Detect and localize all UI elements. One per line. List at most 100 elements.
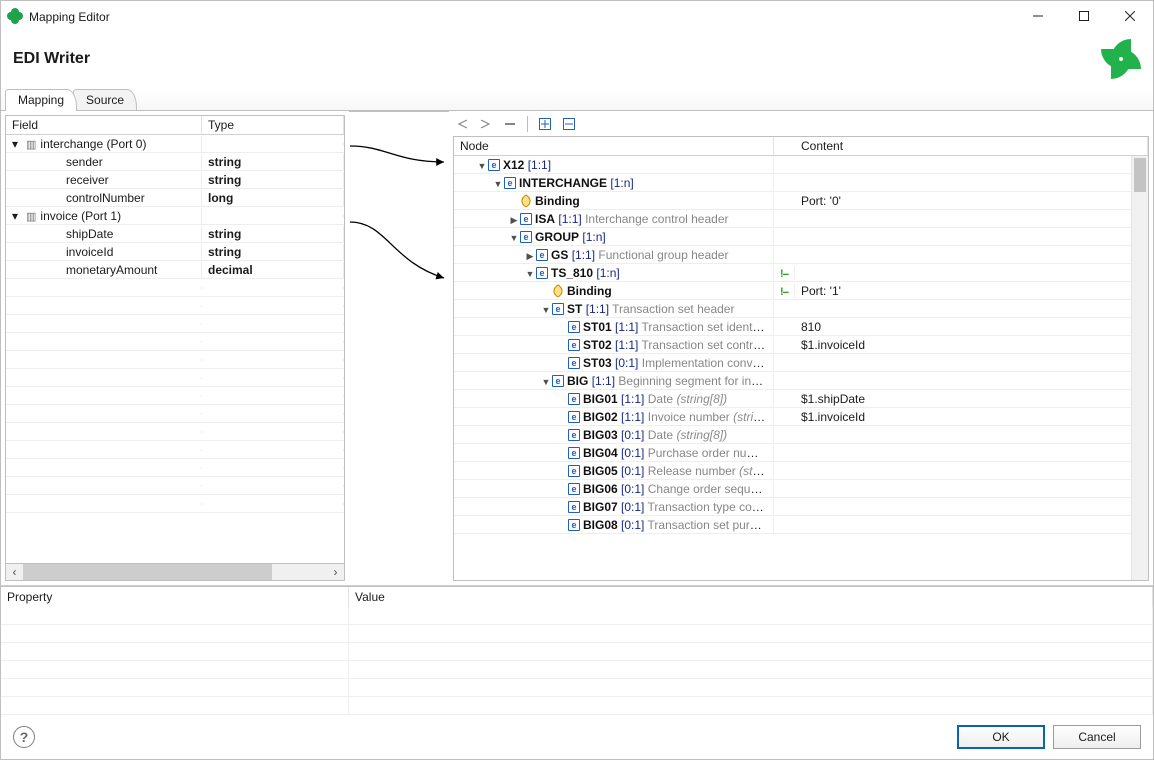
tree-row[interactable]: ▶eGS [1:1] Functional group header [454, 246, 1148, 264]
tree-row[interactable]: eBIG05 [0:1] Release number (string[30, [454, 462, 1148, 480]
field-grid[interactable]: Field Type ▾▥interchange (Port 0)senders… [5, 115, 345, 564]
field-row[interactable]: monetaryAmountdecimal [6, 261, 344, 279]
tree-row[interactable]: Binding!--Port: '1' [454, 282, 1148, 300]
field-row[interactable]: receiverstring [6, 171, 344, 189]
field-row[interactable]: ▾▥invoice (Port 1) [6, 207, 344, 225]
node-name: INTERCHANGE [519, 176, 607, 190]
field-header[interactable]: Field [6, 116, 202, 134]
node-tree-body-wrap: ▼eX12 [1:1]▼eINTERCHANGE [1:n]BindingPor… [454, 156, 1148, 580]
tree-row[interactable]: eBIG03 [0:1] Date (string[8]) [454, 426, 1148, 444]
field-grid-hscroll[interactable]: ‹ › [5, 564, 345, 581]
chevron-right-icon[interactable]: ▶ [524, 251, 536, 262]
node-content[interactable] [795, 308, 1148, 310]
node-content[interactable] [795, 236, 1148, 238]
tree-row[interactable]: eST02 [1:1] Transaction set control num$… [454, 336, 1148, 354]
tree-row[interactable]: BindingPort: '0' [454, 192, 1148, 210]
scroll-thumb[interactable] [23, 564, 272, 580]
scroll-left-icon[interactable]: ‹ [6, 565, 23, 579]
chevron-down-icon[interactable]: ▼ [524, 269, 536, 279]
chevron-right-icon[interactable]: ▶ [508, 215, 520, 226]
tree-row[interactable]: ▼eST [1:1] Transaction set header [454, 300, 1148, 318]
field-row-empty [6, 495, 344, 513]
scroll-track[interactable] [23, 564, 327, 580]
property-row[interactable] [1, 679, 1153, 697]
tree-row[interactable]: eST03 [0:1] Implementation conventio [454, 354, 1148, 372]
maximize-button[interactable] [1061, 1, 1107, 31]
field-row[interactable]: invoiceIdstring [6, 243, 344, 261]
property-row[interactable] [1, 643, 1153, 661]
minimize-button[interactable] [1015, 1, 1061, 31]
ok-button[interactable]: OK [957, 725, 1045, 749]
node-content[interactable]: $1.invoiceId [795, 337, 1148, 353]
chevron-down-icon[interactable]: ▼ [492, 179, 504, 189]
tab-mapping[interactable]: Mapping [5, 89, 77, 111]
property-row[interactable] [1, 697, 1153, 715]
tree-row[interactable]: ▶eISA [1:1] Interchange control header [454, 210, 1148, 228]
node-content[interactable] [795, 362, 1148, 364]
cancel-button[interactable]: Cancel [1053, 725, 1141, 749]
node-content[interactable] [795, 164, 1148, 166]
node-content[interactable] [795, 254, 1148, 256]
tree-row[interactable]: ▼eGROUP [1:n] [454, 228, 1148, 246]
node-tree-grid[interactable]: Node Content ▼eX12 [1:1]▼eINTERCHANGE [1… [453, 136, 1149, 581]
vscroll-thumb[interactable] [1134, 158, 1146, 192]
node-content[interactable] [795, 380, 1148, 382]
node-content[interactable] [795, 452, 1148, 454]
value-header[interactable]: Value [349, 587, 1153, 607]
node-content[interactable] [795, 434, 1148, 436]
tree-row[interactable]: eBIG07 [0:1] Transaction type code (stri [454, 498, 1148, 516]
node-content[interactable] [795, 488, 1148, 490]
close-button[interactable] [1107, 1, 1153, 31]
property-row[interactable] [1, 607, 1153, 625]
node-name: BIG03 [583, 428, 618, 442]
tree-row[interactable]: eST01 [1:1] Transaction set identifier c… [454, 318, 1148, 336]
field-row[interactable]: ▾▥interchange (Port 0) [6, 135, 344, 153]
node-content[interactable]: 810 [795, 319, 1148, 335]
node-header[interactable]: Node [454, 137, 774, 155]
tab-source[interactable]: Source [73, 89, 137, 110]
property-header[interactable]: Property [1, 587, 349, 607]
chevron-down-icon[interactable]: ▾ [12, 137, 22, 151]
expand-all-icon[interactable] [536, 115, 554, 133]
collapse-all-icon[interactable] [560, 115, 578, 133]
chevron-down-icon[interactable]: ▼ [540, 377, 552, 387]
nav-back-icon[interactable] [453, 115, 471, 133]
tree-row[interactable]: eBIG08 [0:1] Transaction set purpose co [454, 516, 1148, 534]
node-content[interactable]: Port: '0' [795, 193, 1148, 209]
tree-row[interactable]: eBIG01 [1:1] Date (string[8])$1.shipDate [454, 390, 1148, 408]
node-content[interactable] [795, 506, 1148, 508]
node-content[interactable]: Port: '1' [795, 283, 1148, 299]
node-tree-vscroll[interactable] [1131, 156, 1148, 580]
field-row[interactable]: shipDatestring [6, 225, 344, 243]
property-row[interactable] [1, 625, 1153, 643]
tree-row[interactable]: ▼eBIG [1:1] Beginning segment for invoic… [454, 372, 1148, 390]
node-content[interactable]: $1.shipDate [795, 391, 1148, 407]
tree-row[interactable]: eBIG02 [1:1] Invoice number (string[22,$… [454, 408, 1148, 426]
element-icon: e [552, 375, 564, 387]
tree-row[interactable]: ▼eX12 [1:1] [454, 156, 1148, 174]
node-content[interactable] [795, 272, 1148, 274]
type-header[interactable]: Type [202, 116, 344, 134]
tree-row[interactable]: ▼eINTERCHANGE [1:n] [454, 174, 1148, 192]
scroll-right-icon[interactable]: › [327, 565, 344, 579]
node-content[interactable] [795, 524, 1148, 526]
field-row[interactable]: senderstring [6, 153, 344, 171]
tree-row[interactable]: eBIG04 [0:1] Purchase order number (st [454, 444, 1148, 462]
help-icon[interactable]: ? [13, 726, 35, 748]
property-row[interactable] [1, 661, 1153, 679]
chevron-down-icon[interactable]: ▼ [540, 305, 552, 315]
node-content[interactable] [795, 182, 1148, 184]
field-label: invoice (Port 1) [40, 209, 121, 223]
tree-row[interactable]: ▼eTS_810 [1:n]!-- [454, 264, 1148, 282]
node-content[interactable]: $1.invoiceId [795, 409, 1148, 425]
content-header[interactable]: Content [795, 137, 1148, 155]
chevron-down-icon[interactable]: ▼ [476, 161, 488, 171]
node-content[interactable] [795, 218, 1148, 220]
field-row[interactable]: controlNumberlong [6, 189, 344, 207]
collapse-icon[interactable] [501, 115, 519, 133]
tree-row[interactable]: eBIG06 [0:1] Change order sequence nu [454, 480, 1148, 498]
node-content[interactable] [795, 470, 1148, 472]
chevron-down-icon[interactable]: ▼ [508, 233, 520, 243]
nav-forward-icon[interactable] [477, 115, 495, 133]
chevron-down-icon[interactable]: ▾ [12, 209, 22, 223]
